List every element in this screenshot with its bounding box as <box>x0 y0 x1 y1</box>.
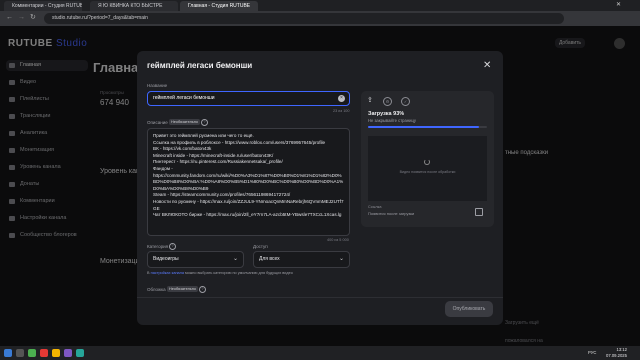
title-input[interactable]: геймплей легаси бемонши × <box>147 91 350 106</box>
upload-preview-panel: ⇪ ⚙ ✓ Загрузка 93% Не закрывайте страниц… <box>361 91 494 227</box>
category-info: В настройках канала можно выбрать катего… <box>147 271 347 277</box>
chevron-down-icon: ⌄ <box>232 256 238 262</box>
back-icon[interactable]: ← <box>6 14 13 22</box>
info-suffix: можно выбрать категорию по умолчанию для… <box>184 271 293 275</box>
upload-progress-fill <box>368 126 479 128</box>
category-value: Видеоигры <box>153 256 179 262</box>
clock-date: 07.09.2025 <box>606 353 627 358</box>
name-label: Название <box>147 83 168 88</box>
copy-icon[interactable] <box>475 208 483 216</box>
cover-help-icon[interactable]: ? <box>199 286 206 293</box>
app-icon[interactable] <box>64 349 72 357</box>
address-bar: ← → ↻ studio.rutube.ru/?period=7_days&ta… <box>0 11 640 26</box>
tab-comments[interactable]: Комментарии - Студия RUTUBE <box>4 1 82 11</box>
forward-icon[interactable]: → <box>18 14 25 22</box>
search-icon[interactable] <box>16 349 24 357</box>
channel-settings-link[interactable]: настройках канала <box>151 271 184 275</box>
upload-progress-bar <box>368 126 487 128</box>
description-counter: 400 из 5 000 <box>327 238 349 242</box>
link-label: Ссылка <box>368 205 382 209</box>
window-close-icon[interactable]: ✕ <box>616 1 621 8</box>
upload-subtitle: Не закрывайте страницу <box>368 118 416 123</box>
app-icon[interactable] <box>28 349 36 357</box>
thumbnail-text: Видео появится после обработки <box>399 170 456 174</box>
upload-status: Загрузка 93% <box>368 111 405 117</box>
language-indicator[interactable]: РУС <box>588 350 596 355</box>
tab-video[interactable]: Я Ю КВИНКА КТО БЫСТРЕ <box>90 1 178 11</box>
optional-badge: Необязательно <box>169 119 200 125</box>
browser-tab-bar: Комментарии - Студия RUTUBE Я Ю КВИНКА К… <box>0 0 640 11</box>
help-icon[interactable]: ? <box>201 119 208 126</box>
spinner-icon <box>424 159 430 165</box>
video-thumbnail: Видео появится после обработки <box>368 136 487 201</box>
description-label: Описание <box>147 120 168 125</box>
upload-icon: ⇪ <box>367 97 373 104</box>
access-label: Доступ <box>253 244 268 249</box>
close-icon[interactable]: ✕ <box>483 61 491 71</box>
category-label: Категория <box>147 244 169 249</box>
check-icon: ✓ <box>401 97 410 106</box>
taskbar: РУС 13:12 07.09.2025 <box>0 346 640 360</box>
reload-icon[interactable]: ↻ <box>30 14 36 22</box>
start-icon[interactable] <box>4 349 12 357</box>
url-input[interactable]: studio.rutube.ru/?period=7_days&tab=main <box>44 13 564 24</box>
app-icon[interactable] <box>40 349 48 357</box>
link-value: Появится после загрузки <box>368 211 415 216</box>
category-help-icon[interactable]: ? <box>169 243 176 250</box>
cover-optional-badge: Необязательно <box>167 286 198 292</box>
tab-studio-main[interactable]: Главная - Студия RUTUBE <box>180 1 258 11</box>
app-icon[interactable] <box>76 349 84 357</box>
cover-label: Обложка <box>147 287 166 292</box>
description-textarea[interactable]: Привет это геймплей русмена или чего то … <box>147 128 350 236</box>
browser-icon[interactable] <box>52 349 60 357</box>
description-text: Привет это геймплей русмена или чего то … <box>153 133 344 218</box>
title-value: геймплей легаси бемонши <box>153 95 215 101</box>
chevron-down-icon: ⌄ <box>338 256 344 262</box>
processing-icon: ⚙ <box>383 97 392 106</box>
access-value: Для всех <box>259 256 280 262</box>
modal-title: геймплей легаси бемонши <box>147 61 253 70</box>
title-counter: 23 из 100 <box>333 109 350 113</box>
clock: 13:12 07.09.2025 <box>606 347 627 359</box>
access-select[interactable]: Для всех ⌄ <box>253 251 350 268</box>
upload-modal: геймплей легаси бемонши ✕ Название геймп… <box>137 51 503 325</box>
divider <box>137 297 503 298</box>
clear-icon[interactable]: × <box>338 95 345 102</box>
category-select[interactable]: Видеоигры ⌄ <box>147 251 244 268</box>
publish-button[interactable]: Опубликовать <box>445 301 493 317</box>
